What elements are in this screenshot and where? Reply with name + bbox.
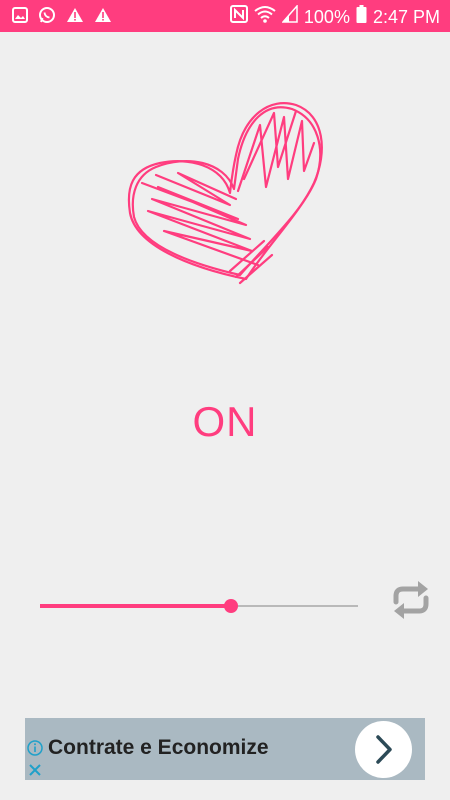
intensity-slider[interactable] [40, 596, 358, 616]
wifi-icon [254, 5, 276, 28]
slider-fill [40, 604, 231, 608]
heart-scribble-icon [127, 102, 323, 285]
info-icon[interactable] [27, 740, 43, 756]
repeat-button[interactable] [388, 578, 434, 622]
status-bar-notifications [12, 6, 112, 29]
ad-text[interactable]: Contrate e Economize [48, 736, 269, 760]
signal-icon [281, 4, 298, 28]
nfc-icon [229, 5, 248, 28]
close-icon[interactable] [27, 762, 43, 778]
slider-thumb[interactable] [224, 599, 238, 613]
ad-go-button[interactable] [355, 721, 412, 778]
battery-percent: 100% [303, 6, 350, 27]
ad-banner[interactable]: Contrate e Economize [25, 718, 425, 780]
status-bar: 100% 2:47 PM [0, 0, 450, 32]
chevron-right-icon [376, 735, 392, 764]
whatsapp-icon [38, 6, 56, 29]
warning-icon [66, 7, 84, 28]
status-bar-system: 100% 2:47 PM [229, 4, 440, 28]
warning-icon [94, 7, 112, 28]
heart-toggle[interactable] [118, 95, 333, 290]
gallery-icon [12, 7, 28, 28]
battery-icon [356, 5, 367, 28]
repeat-icon [393, 581, 429, 619]
state-label: ON [192, 398, 258, 445]
clock: 2:47 PM [372, 6, 440, 27]
